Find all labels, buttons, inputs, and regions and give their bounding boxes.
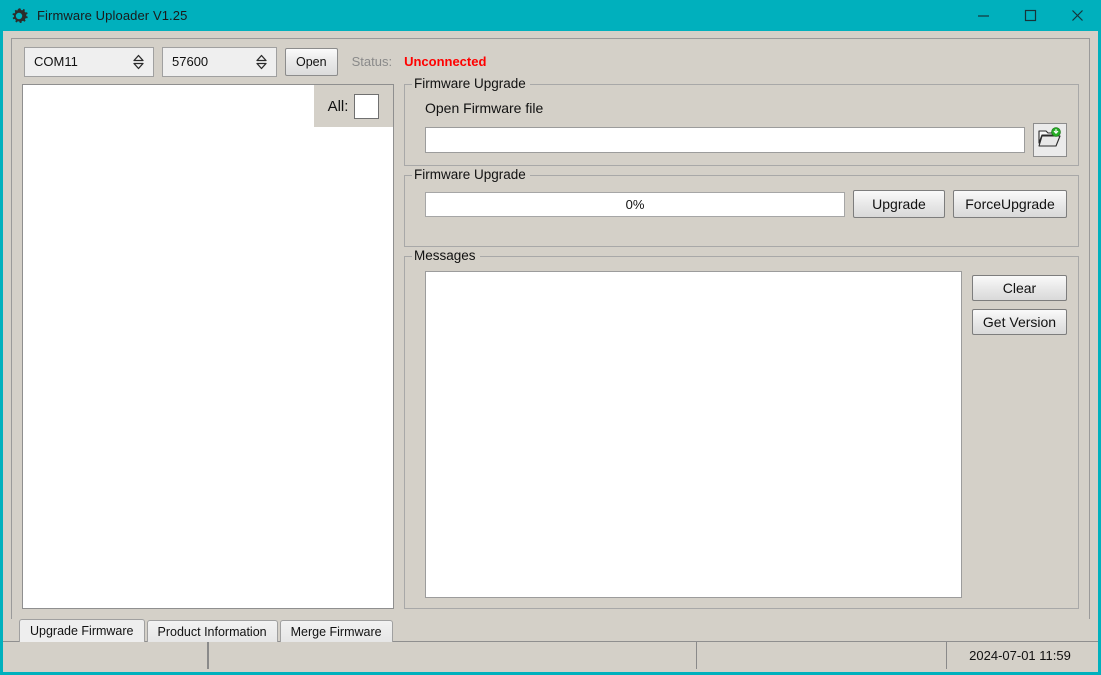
browse-firmware-button[interactable] <box>1033 123 1067 157</box>
window-title: Firmware Uploader V1.25 <box>37 8 187 23</box>
content-split: All: Firmware Upgrade Open Firmware file <box>12 84 1089 619</box>
client-area: COM11 57600 <box>3 31 1098 672</box>
baud-rate-value: 57600 <box>163 54 250 69</box>
close-button[interactable] <box>1054 0 1101 31</box>
firmware-file-group-title: Firmware Upgrade <box>412 76 530 91</box>
status-bar: 2024-07-01 11:59 <box>3 641 1098 672</box>
connection-toolbar: COM11 57600 <box>12 39 1089 84</box>
right-column: Firmware Upgrade Open Firmware file <box>404 84 1079 609</box>
select-all-label: All: <box>328 98 349 115</box>
device-list[interactable]: All: <box>22 84 394 609</box>
firmware-file-row <box>415 123 1068 157</box>
open-port-button[interactable]: Open <box>285 48 338 76</box>
upgrade-progress-text: 0% <box>626 197 645 212</box>
open-firmware-file-label: Open Firmware file <box>425 100 1068 116</box>
statusbar-cell-2 <box>208 642 696 669</box>
upgrade-progress-bar: 0% <box>425 192 845 217</box>
messages-group: Messages Clear Get Version <box>404 256 1079 609</box>
window-controls <box>960 0 1101 31</box>
messages-group-title: Messages <box>412 248 480 263</box>
firmware-file-input[interactable] <box>425 127 1025 153</box>
messages-textarea[interactable] <box>425 271 962 598</box>
baud-rate-stepper[interactable] <box>250 54 276 70</box>
tab-merge-firmware[interactable]: Merge Firmware <box>280 620 393 642</box>
tab-product-information[interactable]: Product Information <box>147 620 278 642</box>
baud-rate-spinner[interactable]: 57600 <box>162 47 277 77</box>
com-port-value: COM11 <box>25 54 127 69</box>
statusbar-cell-3 <box>696 642 946 669</box>
statusbar-datetime: 2024-07-01 11:59 <box>946 642 1093 669</box>
folder-open-icon <box>1038 127 1062 154</box>
status-badge: Unconnected <box>404 54 486 69</box>
upgrade-row: 0% Upgrade ForceUpgrade <box>415 190 1068 218</box>
force-upgrade-button[interactable]: ForceUpgrade <box>953 190 1067 218</box>
select-all-group: All: <box>314 85 393 127</box>
com-port-stepper[interactable] <box>127 54 153 70</box>
app-window: Firmware Uploader V1.25 COM11 <box>0 0 1101 675</box>
firmware-file-group: Firmware Upgrade Open Firmware file <box>404 84 1079 166</box>
maximize-button[interactable] <box>1007 0 1054 31</box>
com-port-spinner[interactable]: COM11 <box>24 47 154 77</box>
tab-strip: Upgrade Firmware Product Information Mer… <box>11 619 1090 642</box>
gear-icon <box>9 6 29 26</box>
status-label: Status: <box>352 54 392 69</box>
firmware-upgrade-group-title: Firmware Upgrade <box>412 167 530 182</box>
device-list-column: All: <box>22 84 394 609</box>
messages-buttons: Clear Get Version <box>972 271 1067 598</box>
minimize-button[interactable] <box>960 0 1007 31</box>
main-panel: COM11 57600 <box>11 38 1090 619</box>
clear-messages-button[interactable]: Clear <box>972 275 1067 301</box>
upgrade-button[interactable]: Upgrade <box>853 190 945 218</box>
firmware-upgrade-group: Firmware Upgrade 0% Upgrade ForceUpgrade <box>404 175 1079 247</box>
tab-upgrade-firmware[interactable]: Upgrade Firmware <box>19 619 145 642</box>
get-version-button[interactable]: Get Version <box>972 309 1067 335</box>
messages-row: Clear Get Version <box>415 271 1068 598</box>
title-bar: Firmware Uploader V1.25 <box>0 0 1101 31</box>
statusbar-cell-1 <box>8 642 208 669</box>
select-all-checkbox[interactable] <box>354 94 379 119</box>
